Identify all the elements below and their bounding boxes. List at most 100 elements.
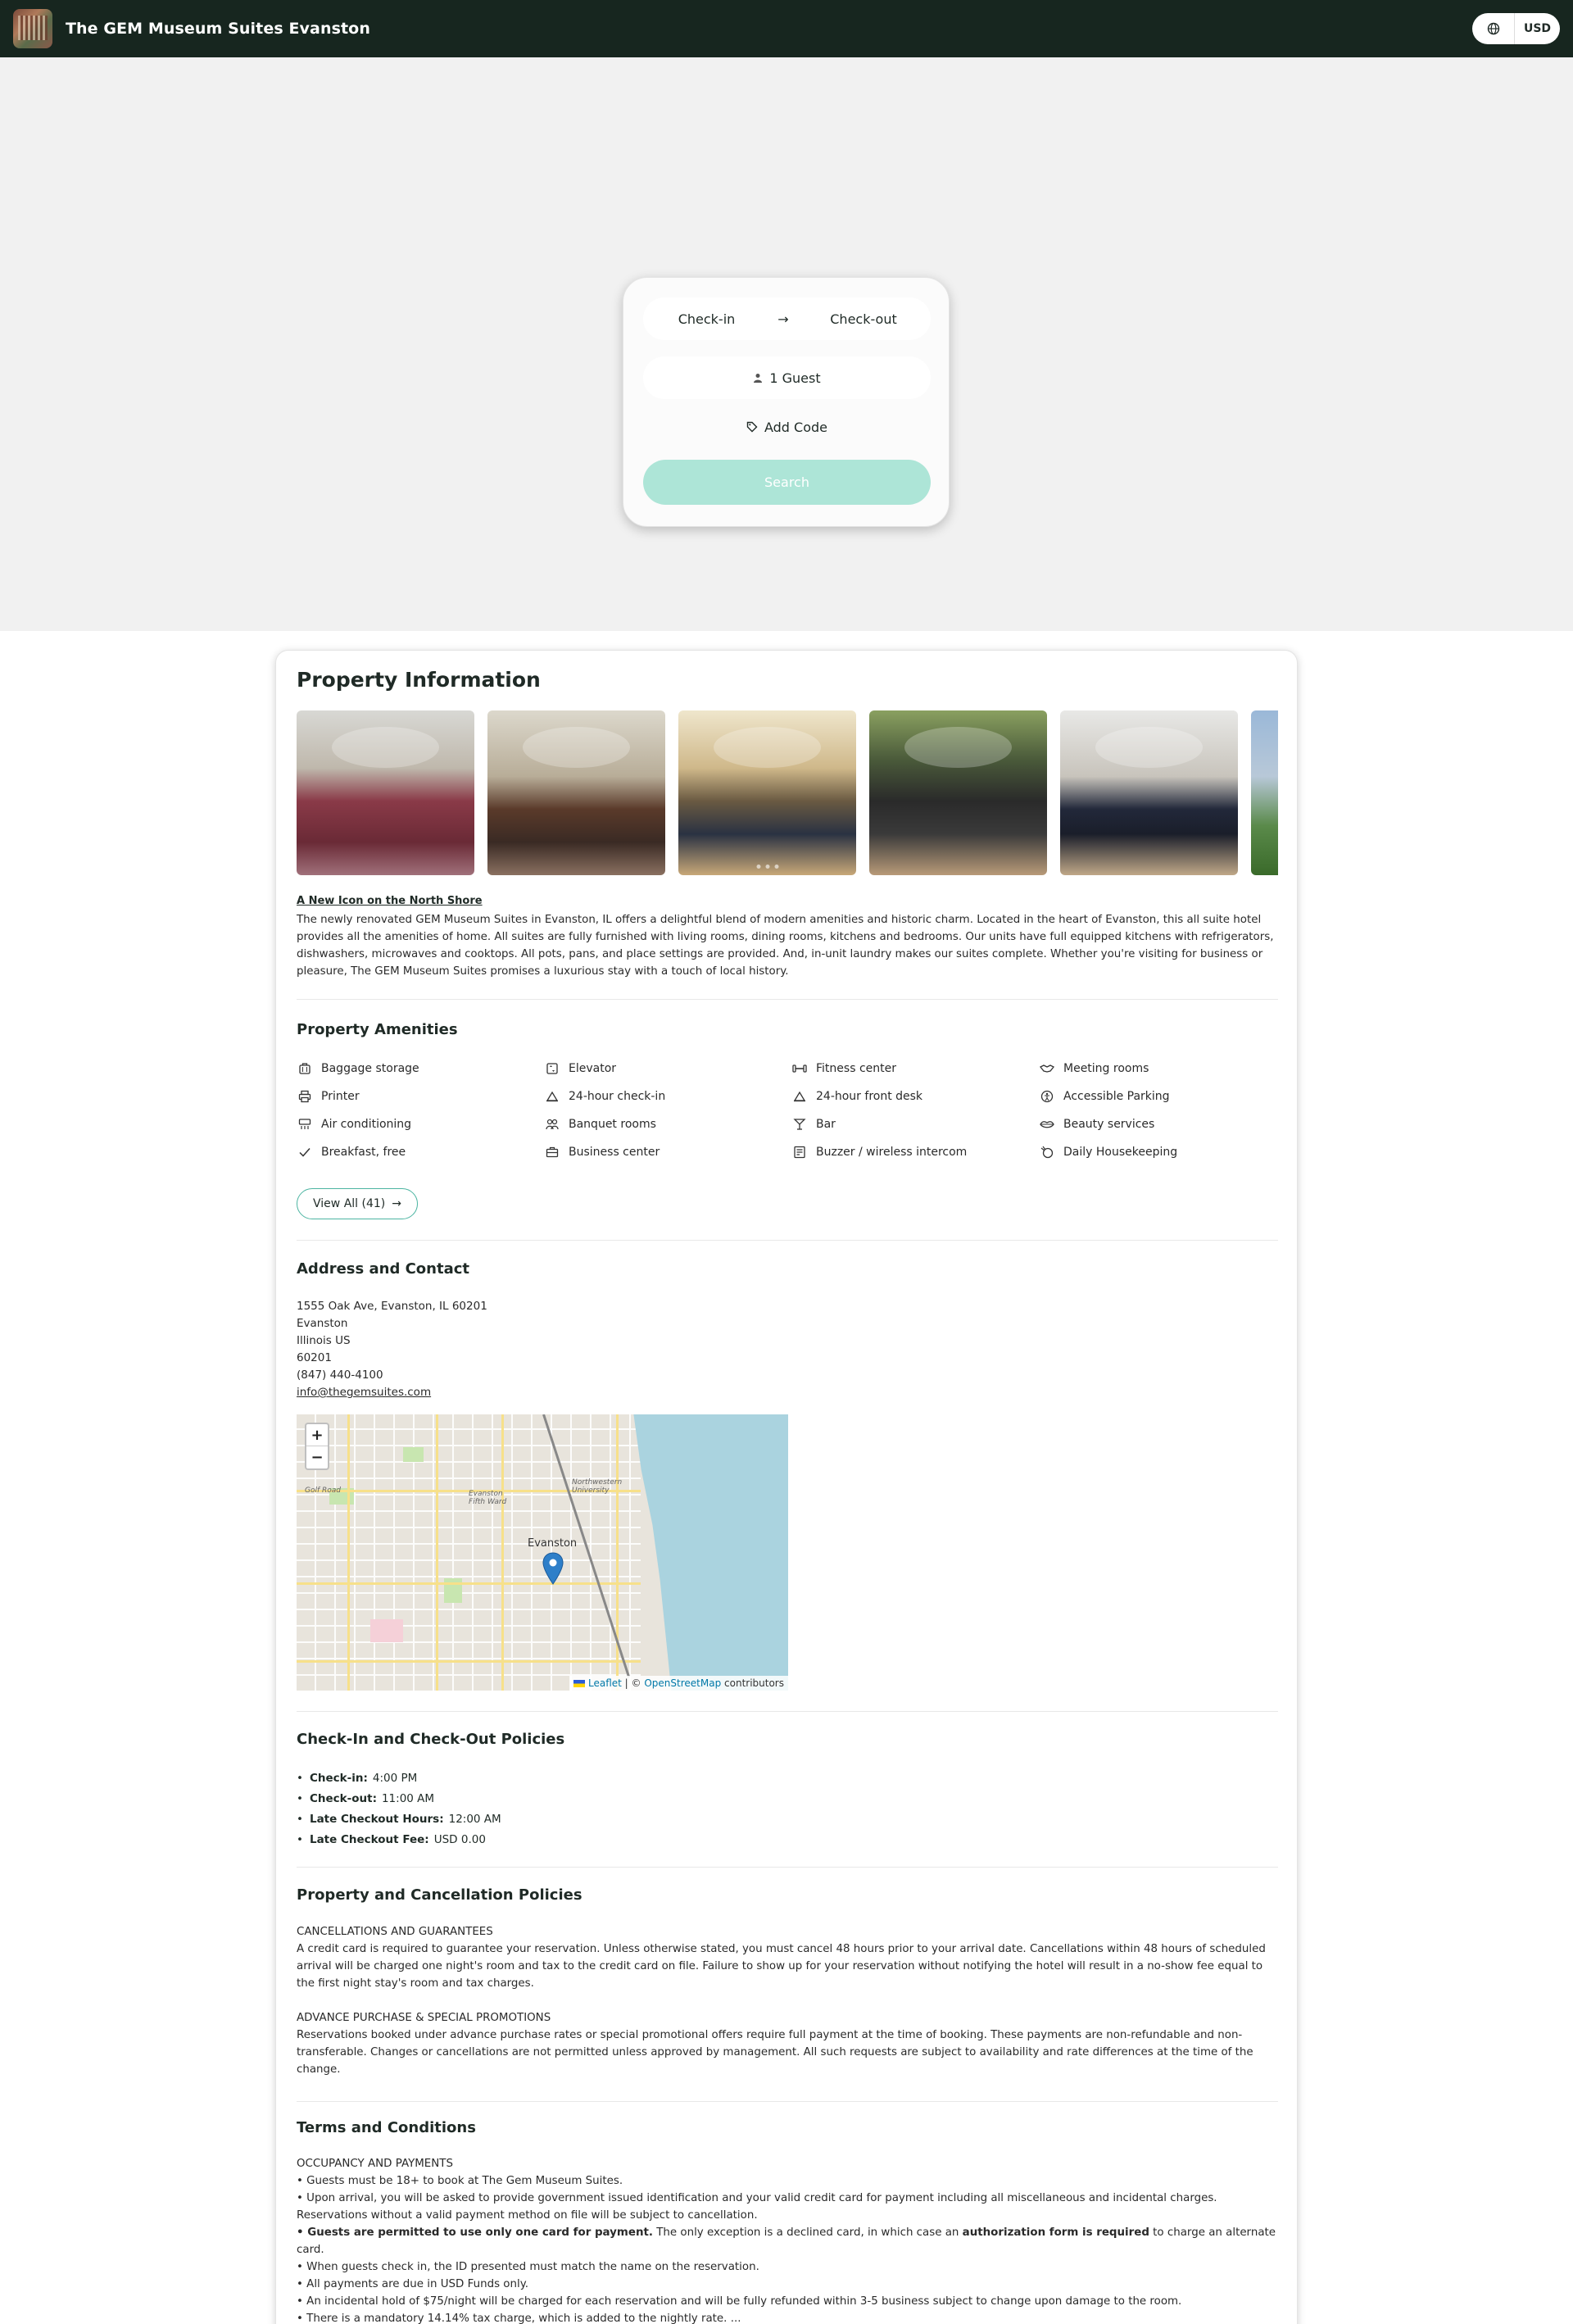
amenity-item: Baggage storage bbox=[297, 1060, 544, 1078]
leaflet-link[interactable]: Leaflet bbox=[588, 1677, 622, 1689]
map-label: Evanston Fifth Ward bbox=[469, 1490, 507, 1506]
arrow-right-icon: → bbox=[392, 1197, 401, 1210]
amenity-item: Breakfast, free bbox=[297, 1143, 544, 1161]
ukraine-flag-icon bbox=[573, 1680, 586, 1687]
add-code-label: Add Code bbox=[764, 419, 828, 435]
divider bbox=[297, 1240, 1278, 1241]
amenity-item: Accessible Parking bbox=[1039, 1087, 1286, 1105]
booking-widget: Check-in → Check-out 1 Guest Add Code Se… bbox=[623, 277, 950, 527]
intercom-icon bbox=[791, 1144, 808, 1160]
address-block: 1555 Oak Ave, Evanston, IL 60201 Evansto… bbox=[297, 1298, 1278, 1401]
address-state: Illinois US bbox=[297, 1334, 351, 1347]
handshake-icon bbox=[1039, 1060, 1055, 1077]
map-label: Northwestern University bbox=[572, 1478, 623, 1495]
printer-icon bbox=[297, 1088, 313, 1105]
amenity-item: Daily Housekeeping bbox=[1039, 1143, 1286, 1161]
divider bbox=[297, 1867, 1278, 1868]
currency-button[interactable]: USD bbox=[1515, 22, 1560, 35]
check-icon bbox=[297, 1144, 313, 1160]
lips-icon bbox=[1039, 1116, 1055, 1132]
address-zip: 60201 bbox=[297, 1351, 332, 1364]
amenity-item: Banquet rooms bbox=[544, 1115, 791, 1133]
address-city: Evanston bbox=[297, 1317, 348, 1330]
amenities-title: Property Amenities bbox=[297, 1021, 458, 1038]
hotel-logo[interactable] bbox=[13, 9, 52, 48]
amenity-item: Bar bbox=[791, 1115, 1039, 1133]
cancellation-policy-text: CANCELLATIONS AND GUARANTEES A credit ca… bbox=[297, 1923, 1278, 2078]
description-title: A New Icon on the North Shore bbox=[297, 895, 483, 907]
accessibility-icon bbox=[1039, 1088, 1055, 1105]
advance-purchase-heading: ADVANCE PURCHASE & SPECIAL PROMOTIONS bbox=[297, 2012, 551, 2024]
language-button[interactable] bbox=[1472, 13, 1515, 44]
guest-selector[interactable]: 1 Guest bbox=[643, 356, 931, 399]
briefcase-icon bbox=[544, 1144, 560, 1160]
search-button[interactable]: Search bbox=[643, 460, 931, 505]
amenity-item: 24-hour check-in bbox=[544, 1087, 791, 1105]
hotel-name: The GEM Museum Suites Evanston bbox=[66, 20, 370, 38]
luggage-icon bbox=[297, 1060, 313, 1077]
add-code-button[interactable]: Add Code bbox=[643, 412, 931, 442]
terms-text: OCCUPANCY AND PAYMENTS • Guests must be … bbox=[297, 2155, 1278, 2324]
policy-late-checkout-hours: Late Checkout Hours:12:00 AM bbox=[297, 1809, 1278, 1829]
address-title: Address and Contact bbox=[297, 1260, 470, 1278]
checkin-policies-title: Check-In and Check-Out Policies bbox=[297, 1731, 565, 1748]
cancellation-heading: CANCELLATIONS AND GUARANTEES bbox=[297, 1926, 493, 1938]
gallery-photo[interactable] bbox=[1060, 710, 1238, 875]
amenity-item: Meeting rooms bbox=[1039, 1060, 1286, 1078]
amenity-item: Business center bbox=[544, 1143, 791, 1161]
zoom-out-button[interactable]: − bbox=[306, 1446, 328, 1468]
view-all-amenities-button[interactable]: View All (41) → bbox=[297, 1188, 418, 1219]
elevator-icon bbox=[544, 1060, 560, 1077]
check-out-field[interactable]: Check-out bbox=[796, 311, 931, 327]
property-card: Property Information A New Icon on the N… bbox=[275, 650, 1298, 2324]
divider bbox=[297, 2101, 1278, 2102]
amenity-item: Printer bbox=[297, 1087, 544, 1105]
phone-number: (847) 440-4100 bbox=[297, 1369, 383, 1382]
check-in-field[interactable]: Check-in bbox=[643, 311, 770, 327]
policy-check-in: Check-in:4:00 PM bbox=[297, 1768, 1278, 1788]
view-all-label: View All (41) bbox=[313, 1197, 386, 1210]
policy-late-checkout-fee: Late Checkout Fee:USD 0.00 bbox=[297, 1829, 1278, 1850]
bell-icon bbox=[544, 1088, 560, 1105]
gallery-photo[interactable] bbox=[297, 710, 474, 875]
gallery-photo[interactable] bbox=[1251, 710, 1278, 875]
amenity-item: Air conditioning bbox=[297, 1115, 544, 1133]
divider bbox=[297, 1711, 1278, 1712]
gallery-photo[interactable] bbox=[678, 710, 856, 875]
cancellation-policies-title: Property and Cancellation Policies bbox=[297, 1886, 583, 1904]
guest-count: 1 Guest bbox=[769, 370, 821, 386]
amenities-grid: Baggage storage Elevator Fitness center … bbox=[297, 1060, 1278, 1161]
location-pin-icon[interactable] bbox=[542, 1552, 564, 1585]
osm-link[interactable]: OpenStreetMap bbox=[644, 1677, 721, 1689]
checkin-policy-list: Check-in:4:00 PM Check-out:11:00 AM Late… bbox=[297, 1768, 1278, 1850]
photo-gallery[interactable] bbox=[297, 710, 1278, 876]
cancellation-paragraph: A credit card is required to guarantee y… bbox=[297, 1943, 1266, 1990]
air-conditioner-icon bbox=[297, 1116, 313, 1132]
banquet-icon bbox=[544, 1116, 560, 1132]
locale-controls: USD bbox=[1472, 13, 1560, 44]
date-range-picker[interactable]: Check-in → Check-out bbox=[643, 297, 931, 340]
amenity-item: Buzzer / wireless intercom bbox=[791, 1143, 1039, 1161]
location-map[interactable]: + − Golf Road Evanston Fifth Ward Northw… bbox=[297, 1414, 788, 1691]
housekeeping-icon bbox=[1039, 1144, 1055, 1160]
gallery-photo[interactable] bbox=[869, 710, 1047, 875]
zoom-in-button[interactable]: + bbox=[306, 1424, 328, 1446]
property-info-title: Property Information bbox=[297, 668, 541, 692]
map-attribution: Leaflet | © OpenStreetMap contributors bbox=[569, 1676, 788, 1691]
amenity-item: 24-hour front desk bbox=[791, 1087, 1039, 1105]
hero-section: Check-in → Check-out 1 Guest Add Code Se… bbox=[0, 57, 1573, 631]
gallery-photo[interactable] bbox=[487, 710, 665, 875]
map-label: Golf Road bbox=[305, 1487, 341, 1495]
amenity-item: Fitness center bbox=[791, 1060, 1039, 1078]
globe-icon bbox=[1487, 22, 1499, 35]
divider bbox=[297, 999, 1278, 1000]
address-street: 1555 Oak Ave, Evanston, IL 60201 bbox=[297, 1300, 487, 1313]
terms-title: Terms and Conditions bbox=[297, 2119, 476, 2136]
description-text: The newly renovated GEM Museum Suites in… bbox=[297, 914, 1274, 978]
occupancy-heading: OCCUPANCY AND PAYMENTS bbox=[297, 2158, 453, 2170]
email-link[interactable]: info@thegemsuites.com bbox=[297, 1386, 431, 1399]
top-bar: The GEM Museum Suites Evanston USD bbox=[0, 0, 1573, 57]
policy-check-out: Check-out:11:00 AM bbox=[297, 1788, 1278, 1809]
bell-icon bbox=[791, 1088, 808, 1105]
arrow-right-icon: → bbox=[777, 311, 789, 327]
